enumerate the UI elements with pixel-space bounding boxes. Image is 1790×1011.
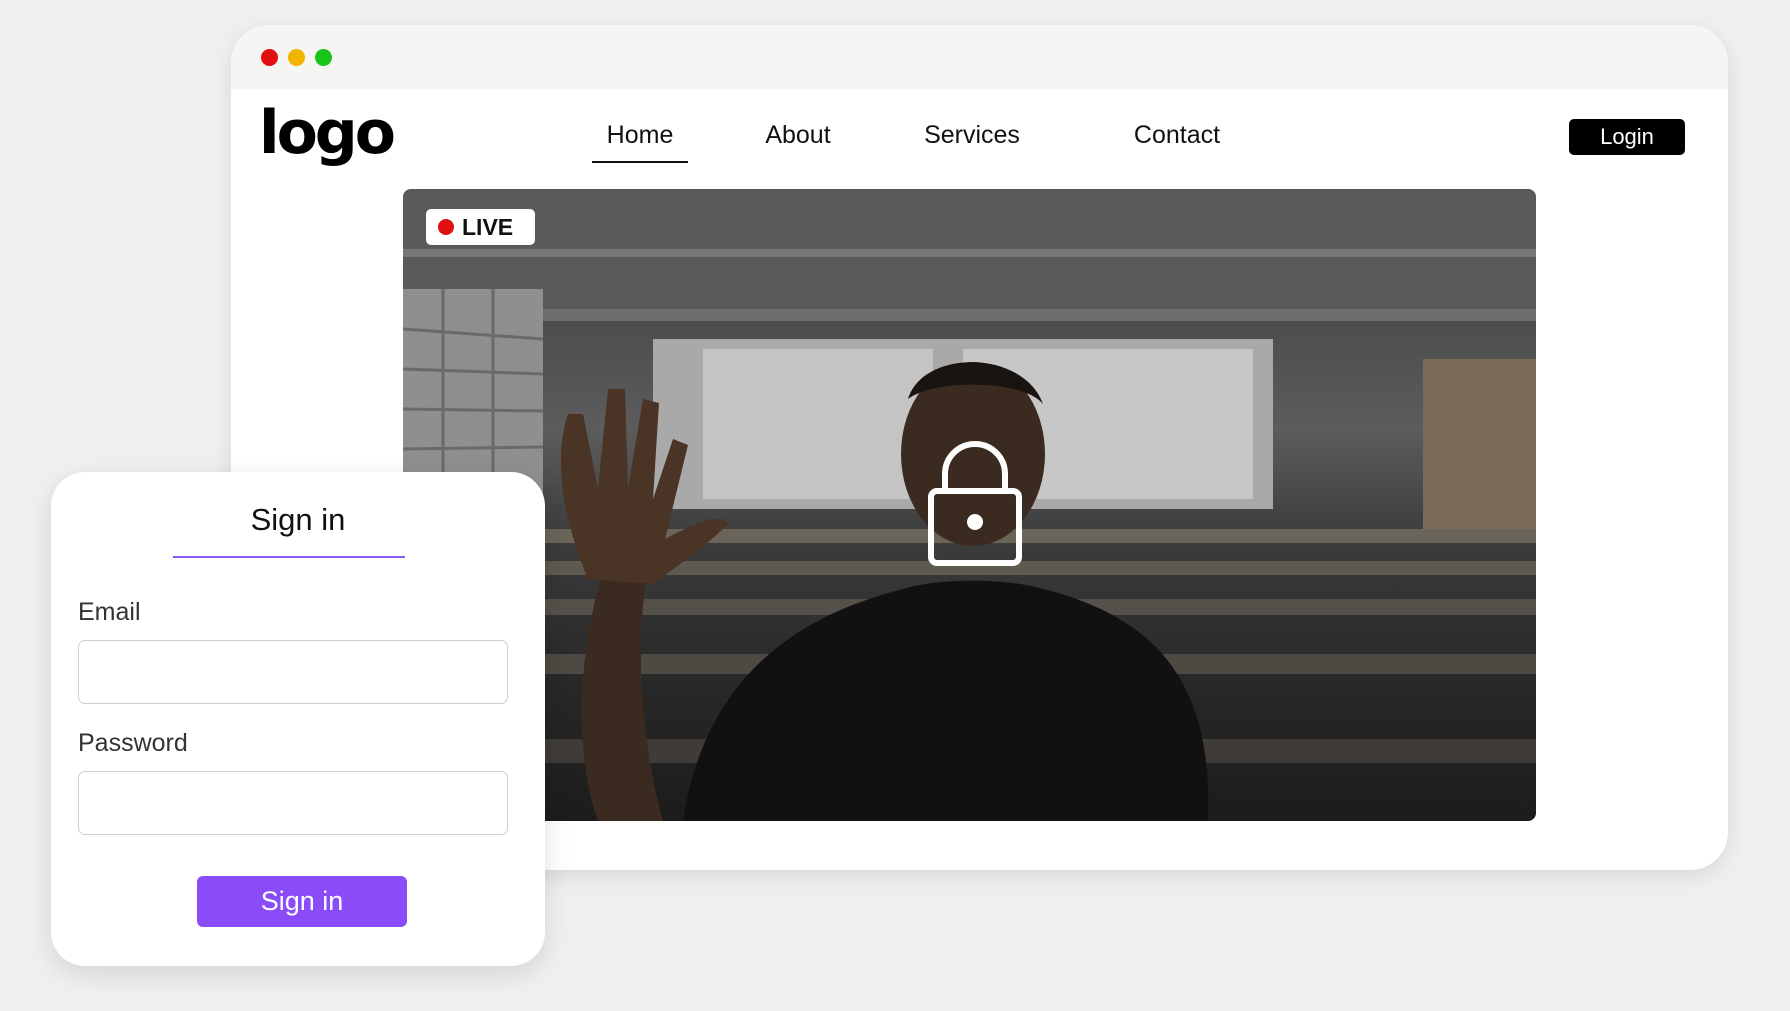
- nav-item-services[interactable]: Services: [919, 117, 1025, 153]
- password-field[interactable]: [78, 771, 508, 835]
- signin-title-underline: [173, 556, 405, 558]
- close-window-button[interactable]: [261, 49, 278, 66]
- signin-card: Sign in Email Password Sign in: [51, 472, 545, 966]
- live-label: LIVE: [462, 213, 514, 240]
- signin-title: Sign in: [250, 502, 346, 537]
- nav-item-contact[interactable]: Contact: [1129, 117, 1225, 153]
- lock-icon: [928, 441, 1022, 566]
- email-field[interactable]: [78, 640, 508, 704]
- site-logo[interactable]: logo: [259, 103, 396, 163]
- browser-titlebar: [231, 25, 1728, 89]
- signin-button[interactable]: Sign in: [197, 876, 407, 927]
- live-indicator-icon: [438, 219, 454, 235]
- minimize-window-button[interactable]: [288, 49, 305, 66]
- nav-item-home[interactable]: Home: [592, 117, 688, 163]
- login-button[interactable]: Login: [1569, 119, 1685, 155]
- live-video-player[interactable]: LIVE: [403, 189, 1536, 821]
- email-label: Email: [78, 598, 141, 626]
- nav-item-about[interactable]: About: [753, 117, 843, 153]
- live-badge: LIVE: [426, 209, 535, 245]
- maximize-window-button[interactable]: [315, 49, 332, 66]
- password-label: Password: [78, 729, 188, 757]
